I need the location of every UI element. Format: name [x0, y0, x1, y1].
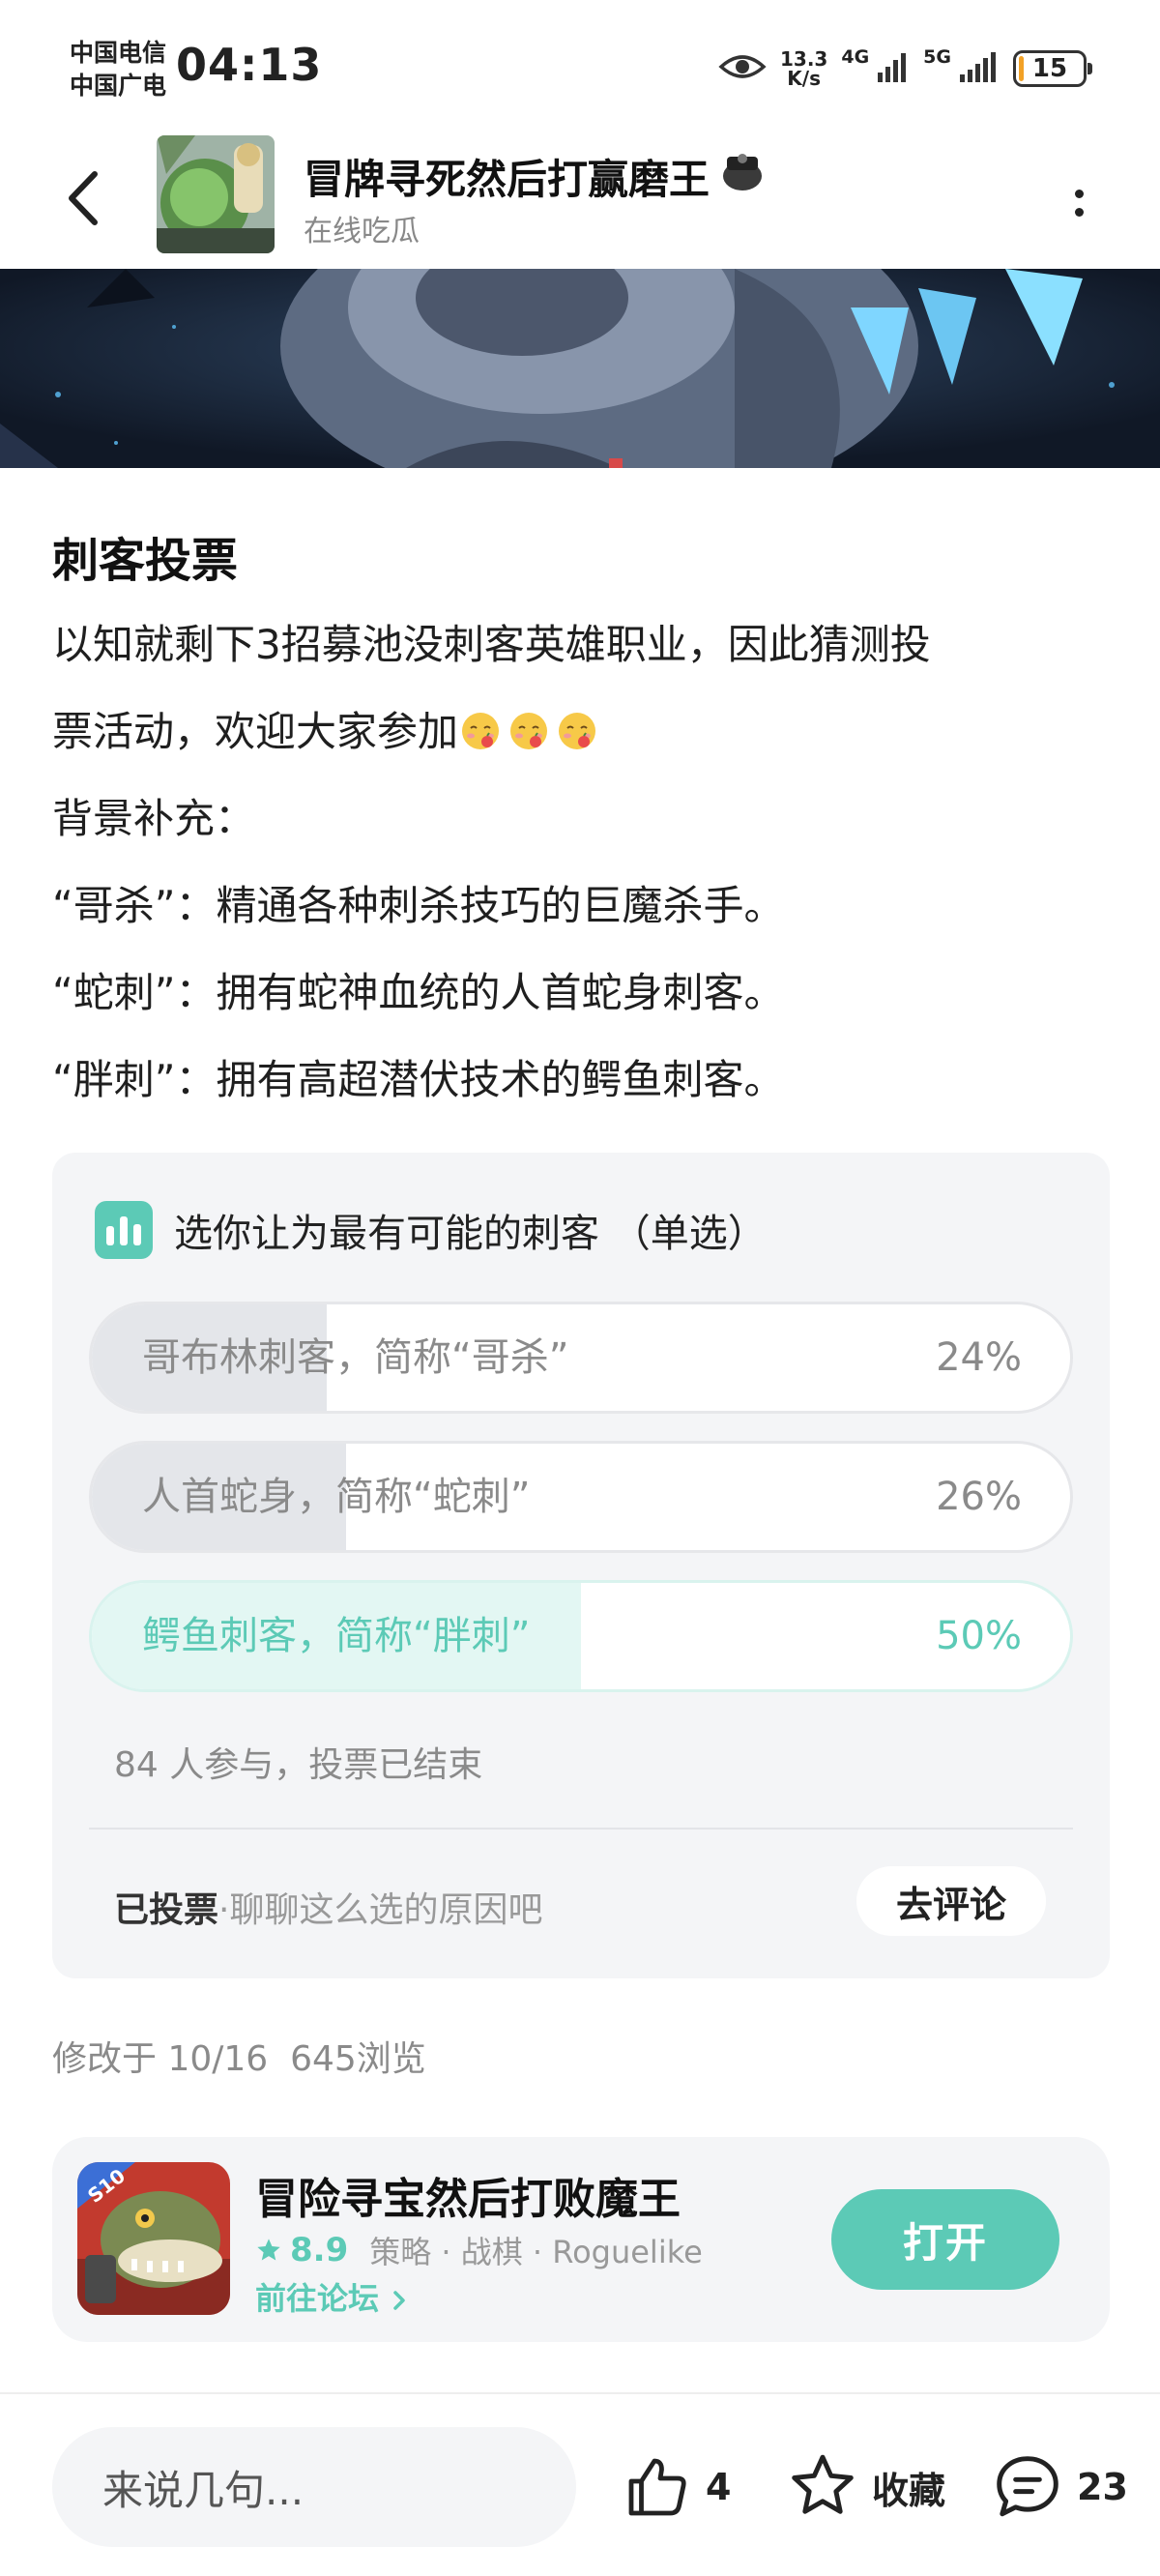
battery-icon: 15	[1013, 50, 1092, 87]
emoji-group	[458, 708, 603, 755]
forum-title[interactable]: 冒牌寻死然后打赢磨王	[304, 147, 766, 206]
vote-header: 选你让为最有可能的刺客 （单选）	[95, 1201, 767, 1259]
back-icon	[69, 171, 98, 225]
signal-icon	[959, 51, 1000, 86]
back-button[interactable]	[54, 164, 112, 232]
vote-chart-icon	[95, 1201, 153, 1259]
vote-option-percent: 50%	[936, 1614, 1022, 1658]
carrier-info: 中国电信 中国广电	[70, 37, 166, 102]
chevron-right-icon	[393, 2291, 405, 2310]
vote-status: 84 人参与，投票已结束	[114, 1745, 483, 1785]
carrier-2: 中国广电	[70, 72, 167, 100]
post-line: “胖刺”：拥有高超潜伏技术的鳄鱼刺客。	[52, 1056, 785, 1103]
forum-subtitle: 在线吃瓜	[304, 215, 420, 249]
voted-hint: ·聊聊这么选的原因吧	[218, 1890, 543, 1930]
app-icon[interactable]: S10	[77, 2162, 230, 2315]
like-button[interactable]: 4	[623, 2448, 731, 2526]
post-meta: 修改于 10/16 645浏览	[52, 2031, 426, 2081]
battery-percent: 15	[1031, 54, 1068, 83]
signal-icon	[877, 51, 910, 86]
post-banner-image	[0, 269, 1160, 468]
post-line: 票活动，欢迎大家参加	[52, 688, 1116, 776]
go-comment-button[interactable]: 去评论	[856, 1866, 1046, 1936]
star-icon	[257, 2239, 280, 2261]
vote-question: 选你让为最有可能的刺客 （单选）	[174, 1212, 767, 1256]
favorite-star-icon	[792, 2454, 854, 2514]
emoji-icon	[462, 713, 500, 749]
comment-count: 23	[1077, 2466, 1128, 2508]
view-count: 645浏览	[290, 2039, 426, 2079]
emoji-icon	[559, 713, 596, 749]
more-icon	[1074, 190, 1084, 198]
signal-label-4g: 4G	[841, 46, 870, 68]
post-body: 以知就剩下3招募池没刺客英雄职业，因此猜测投 票活动，欢迎大家参加 背景补充： …	[52, 601, 1116, 1124]
forum-emoji-icon	[719, 151, 766, 203]
app-promo-card[interactable]: S10 冒险寻宝然后打败魔王 8.9 策略 · 战棋 · Roguelike 前…	[52, 2137, 1110, 2342]
app-name[interactable]: 冒险寻宝然后打败魔王	[255, 2164, 681, 2226]
eye-icon	[718, 52, 767, 85]
more-button[interactable]	[1059, 174, 1098, 232]
post-line: 背景补充：	[52, 795, 256, 842]
favorite-label: 收藏	[872, 2469, 946, 2512]
post-line: “哥杀”：精通各种刺杀技巧的巨魔杀手。	[52, 882, 785, 929]
app-tags: 策略 · 战棋 · Roguelike	[369, 2234, 703, 2270]
post-title: 刺客投票	[52, 534, 239, 588]
vote-option-percent: 24%	[936, 1335, 1022, 1380]
like-count: 4	[706, 2466, 732, 2508]
vote-option-label: 鳄鱼刺客，简称“胖刺”	[142, 1614, 531, 1658]
vote-option-percent: 26%	[936, 1475, 1022, 1519]
vote-card: 选你让为最有可能的刺客 （单选） 哥布林刺客，简称“哥杀” 24% 人首蛇身，简…	[52, 1153, 1110, 1978]
forum-avatar[interactable]	[157, 135, 275, 253]
comment-count-button[interactable]: 23	[992, 2448, 1128, 2526]
open-app-button[interactable]: 打开	[831, 2189, 1059, 2290]
app-meta: 8.9 策略 · 战棋 · Roguelike	[255, 2228, 703, 2272]
forum-link[interactable]: 前往论坛	[255, 2274, 409, 2319]
post-line: 以知就剩下3招募池没刺客英雄职业，因此猜测投	[52, 621, 931, 668]
vote-option[interactable]: 哥布林刺客，简称“哥杀” 24%	[89, 1302, 1073, 1414]
post-line: “蛇刺”：拥有蛇神血统的人首蛇身刺客。	[52, 969, 785, 1016]
forum-header: 冒牌寻死然后打赢磨王 在线吃瓜	[0, 135, 1160, 269]
edited-time: 修改于 10/16	[52, 2039, 269, 2079]
favorite-button[interactable]: 收藏	[787, 2448, 945, 2526]
divider	[89, 1828, 1073, 1830]
vote-option-label: 人首蛇身，简称“蛇刺”	[142, 1475, 531, 1519]
vote-option-label: 哥布林刺客，简称“哥杀”	[142, 1335, 569, 1380]
carrier-1: 中国电信	[70, 39, 167, 67]
voted-label: 已投票	[114, 1890, 219, 1930]
divider	[0, 2392, 1160, 2394]
vote-option[interactable]: 人首蛇身，简称“蛇刺” 26%	[89, 1441, 1073, 1553]
app-rating: 8.9	[290, 2231, 349, 2269]
comment-bubble-icon	[997, 2456, 1058, 2517]
voted-prompt: 已投票·聊聊这么选的原因吧	[114, 1882, 542, 1932]
vote-option-selected[interactable]: 鳄鱼刺客，简称“胖刺” 50%	[89, 1580, 1073, 1692]
thumbs-up-icon	[628, 2458, 686, 2516]
status-bar: 中国电信 中国广电 04:13 13.3 K/s 4G 5G 15	[0, 0, 1160, 135]
emoji-icon	[510, 713, 548, 749]
signal-label-5g: 5G	[923, 46, 951, 68]
status-icons: 13.3 K/s 4G 5G 15	[718, 44, 1092, 93]
comment-input[interactable]: 来说几句...	[52, 2427, 576, 2547]
status-time: 04:13	[176, 39, 323, 91]
network-speed: 13.3 K/s	[779, 47, 828, 90]
